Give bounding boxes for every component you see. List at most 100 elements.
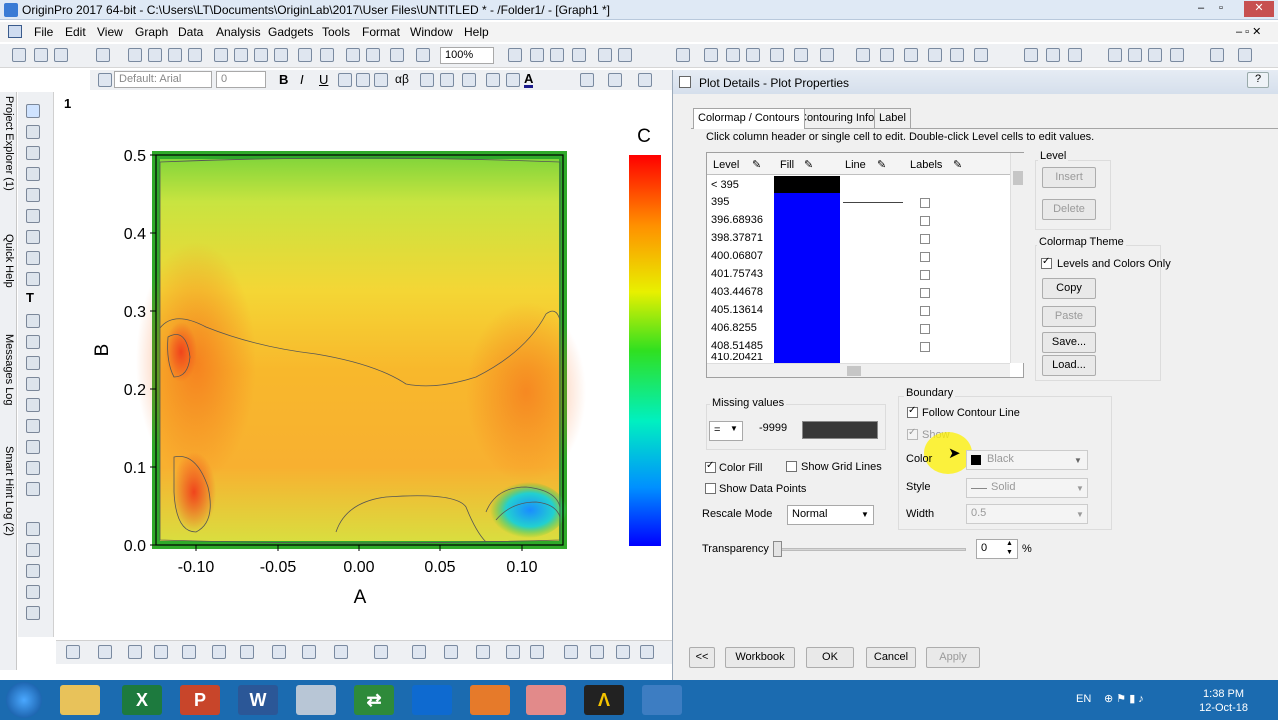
rectangle-tool-icon[interactable]: [26, 377, 40, 391]
workbook-button[interactable]: Workbook: [725, 647, 795, 668]
pointer-icon[interactable]: [26, 104, 40, 118]
bar-plot-icon[interactable]: [182, 645, 196, 659]
set-z-icon[interactable]: [1148, 48, 1162, 62]
zoom-out-icon[interactable]: [26, 146, 40, 160]
level-cell[interactable]: 398.37871: [711, 229, 763, 247]
col-level-header[interactable]: Level: [713, 155, 739, 175]
arrow-app-icon[interactable]: Λ: [584, 685, 624, 715]
set-y-icon[interactable]: [1128, 48, 1142, 62]
plot-setup-icon[interactable]: [618, 48, 632, 62]
menu-help[interactable]: Help: [464, 25, 489, 39]
fit-page-icon[interactable]: [564, 645, 578, 659]
word-app-icon[interactable]: W: [238, 685, 278, 715]
set-values-icon[interactable]: [928, 48, 942, 62]
scatter-plot-icon[interactable]: [98, 645, 112, 659]
menu-tools[interactable]: Tools: [322, 25, 350, 39]
subscript-icon[interactable]: [356, 73, 370, 87]
pencil-icon[interactable]: ✎: [804, 158, 813, 171]
start-button[interactable]: [6, 682, 42, 718]
superscript-icon[interactable]: [338, 73, 352, 87]
help-button[interactable]: ?: [1247, 72, 1269, 88]
3d-plot-icon[interactable]: [374, 645, 388, 659]
font-color-icon[interactable]: A: [524, 72, 534, 88]
layer-management-icon[interactable]: [640, 645, 654, 659]
col-labels-header[interactable]: Labels: [910, 155, 942, 175]
menu-edit[interactable]: Edit: [65, 25, 86, 39]
data-reader-icon[interactable]: [26, 167, 40, 181]
frequency-count-icon[interactable]: [950, 48, 964, 62]
import-icon[interactable]: [298, 48, 312, 62]
rotate-tool-icon[interactable]: [26, 461, 40, 475]
pie-plot-icon[interactable]: [272, 645, 286, 659]
level-cell[interactable]: 403.44678: [711, 283, 763, 301]
pencil-icon[interactable]: ✎: [953, 158, 962, 171]
add-columns-icon[interactable]: [770, 48, 784, 62]
set-disregard-icon[interactable]: [1210, 48, 1224, 62]
new-function-icon[interactable]: [148, 48, 162, 62]
command-window-icon[interactable]: [726, 48, 740, 62]
code-builder-icon[interactable]: [676, 48, 690, 62]
powerpoint-app-icon[interactable]: P: [180, 685, 220, 715]
show-grid-lines-checkbox[interactable]: [786, 461, 797, 472]
scroll-thumb[interactable]: [847, 366, 861, 376]
template-library-icon[interactable]: [476, 645, 490, 659]
contour-plot-icon[interactable]: [334, 645, 348, 659]
insert-graph-icon[interactable]: [26, 440, 40, 454]
mask-icon[interactable]: [26, 230, 40, 244]
export-graph-icon[interactable]: [550, 48, 564, 62]
decrease-font-icon[interactable]: [440, 73, 454, 87]
bold-button[interactable]: B: [279, 72, 288, 87]
levels-colors-checkbox[interactable]: [1041, 256, 1052, 269]
tab-contouring-info[interactable]: Contouring Info: [794, 108, 880, 128]
filter-clear-icon[interactable]: [1068, 48, 1082, 62]
new-layout-icon[interactable]: [168, 48, 182, 62]
language-indicator[interactable]: EN: [1076, 693, 1091, 705]
line-plot-icon[interactable]: [66, 645, 80, 659]
eye-app-icon[interactable]: [642, 685, 682, 715]
copy-page-icon[interactable]: [572, 48, 586, 62]
label-checkbox[interactable]: [920, 216, 930, 226]
system-clock[interactable]: 1:38 PM 12-Oct-18: [1199, 687, 1248, 715]
scroll-thumb[interactable]: [1013, 171, 1023, 185]
filter-icon[interactable]: [1024, 48, 1038, 62]
sort-icon[interactable]: [904, 48, 918, 62]
line-symbol-plot-icon[interactable]: [128, 645, 142, 659]
set-x-icon[interactable]: [1108, 48, 1122, 62]
box-plot-icon[interactable]: [302, 645, 316, 659]
italic-button[interactable]: I: [300, 72, 304, 87]
new-folder-icon[interactable]: [34, 48, 48, 62]
project-explorer-tab[interactable]: Project Explorer (1): [1, 96, 16, 191]
label-checkbox[interactable]: [920, 270, 930, 280]
label-checkbox[interactable]: [920, 342, 930, 352]
label-checkbox[interactable]: [920, 306, 930, 316]
label-checkbox[interactable]: [920, 252, 930, 262]
label-checkbox[interactable]: [920, 234, 930, 244]
stat-chart-icon[interactable]: [506, 645, 520, 659]
menu-file[interactable]: File: [34, 25, 53, 39]
multi-panel-icon[interactable]: [444, 645, 458, 659]
cancel-button[interactable]: Cancel: [866, 647, 916, 668]
originpro-app-icon[interactable]: [526, 685, 566, 715]
fill-swatch-blue[interactable]: [774, 193, 840, 363]
spin-down-icon[interactable]: ▼: [1006, 549, 1013, 556]
column-plot-icon[interactable]: [154, 645, 168, 659]
greek-button[interactable]: αβ: [395, 72, 409, 86]
lock-tool-icon[interactable]: [26, 482, 40, 496]
restore-child-icon[interactable]: – ▫ ✕: [1236, 25, 1261, 38]
increase-font-icon[interactable]: [420, 73, 434, 87]
stacked-plot-icon[interactable]: [212, 645, 226, 659]
missing-color-swatch[interactable]: [802, 421, 878, 439]
set-label-icon[interactable]: [1170, 48, 1184, 62]
text-tool-icon[interactable]: T: [26, 290, 34, 305]
colorbar[interactable]: [629, 155, 661, 546]
add-layer-icon[interactable]: [26, 522, 40, 536]
messages-log-tab[interactable]: Messages Log: [1, 334, 16, 406]
new-matrix-icon[interactable]: [128, 48, 142, 62]
level-cell[interactable]: 410.20421: [711, 353, 763, 362]
screen-reader-icon[interactable]: [26, 188, 40, 202]
line-tool-icon[interactable]: [26, 356, 40, 370]
layer-contents-icon[interactable]: [598, 48, 612, 62]
show-boundary-checkbox[interactable]: [907, 427, 918, 440]
align-center-icon[interactable]: [486, 73, 500, 87]
surface-plot-icon[interactable]: [412, 645, 426, 659]
